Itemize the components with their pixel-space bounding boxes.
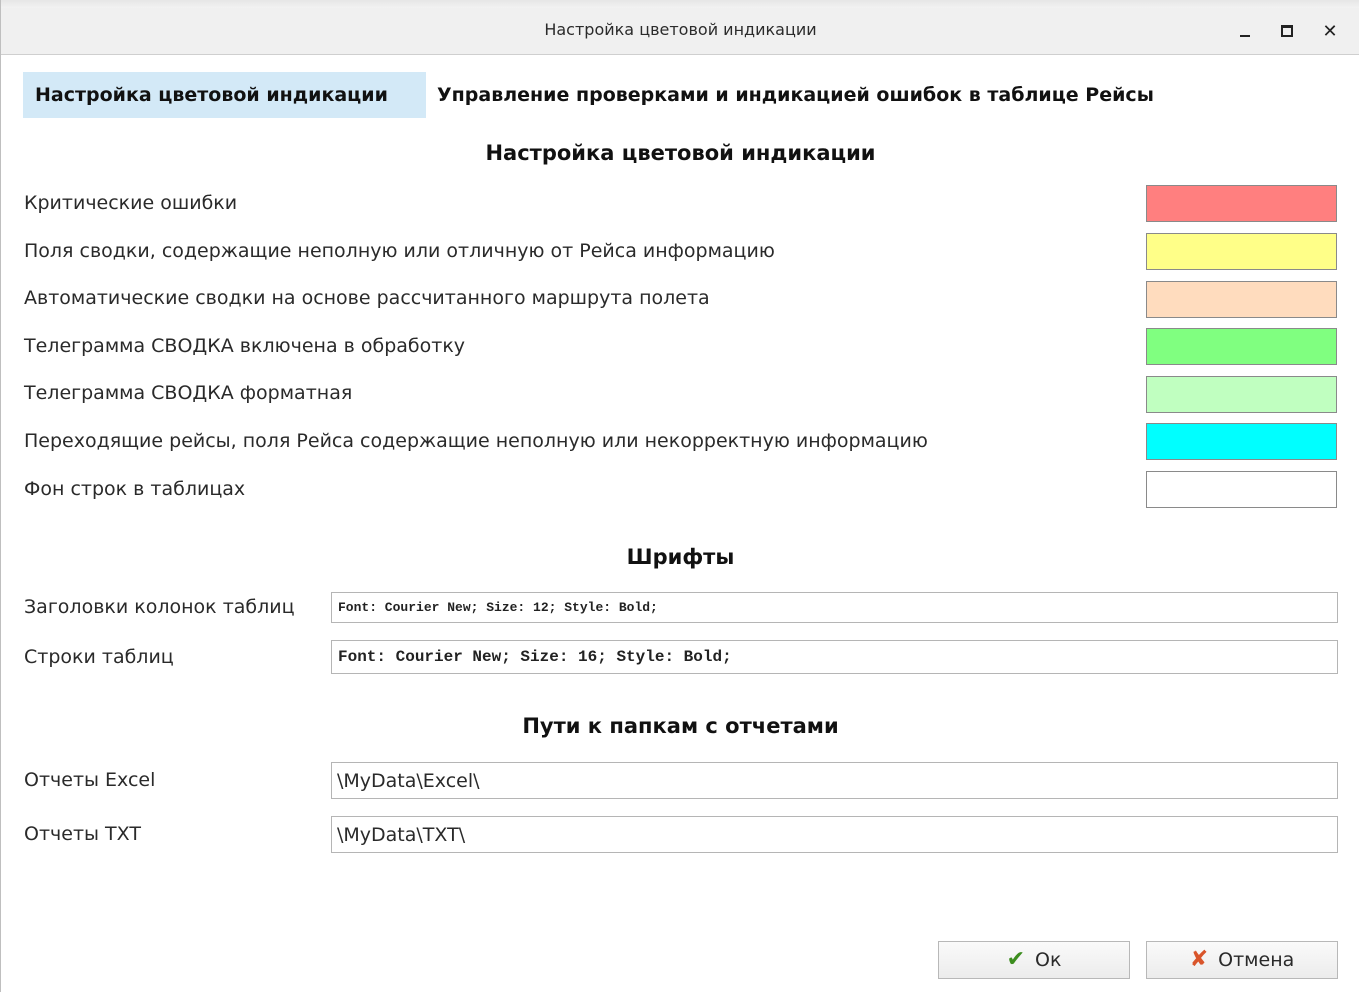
close-button[interactable]: ✕ xyxy=(1315,16,1345,46)
color-swatch-summary-fields[interactable] xyxy=(1146,233,1337,270)
minimize-icon xyxy=(1240,35,1250,37)
settings-dialog: Настройка цветовой индикации ✕ Настройка… xyxy=(0,0,1359,992)
color-swatch-auto-summaries[interactable] xyxy=(1146,281,1337,318)
excel-reports-path-input[interactable]: \MyData\Excel\ xyxy=(331,762,1338,799)
color-label-summary-fields: Поля сводки, содержащие неполную или отл… xyxy=(24,240,775,262)
close-icon: ✕ xyxy=(1322,20,1338,42)
color-label-telegram-included: Телеграмма СВОДКА включена в обработку xyxy=(24,335,466,357)
color-swatch-row-background[interactable] xyxy=(1146,471,1337,508)
color-swatch-telegram-formatted[interactable] xyxy=(1146,376,1337,413)
color-label-auto-summaries: Автоматические сводки на основе рассчита… xyxy=(24,287,710,309)
row-font-label: Строки таблиц xyxy=(24,646,174,668)
cancel-button[interactable]: ✘ Отмена xyxy=(1146,941,1338,979)
color-label-telegram-formatted: Телеграмма СВОДКА форматная xyxy=(24,382,353,404)
txt-reports-label: Отчеты TXT xyxy=(24,823,141,845)
color-label-row-background: Фон строк в таблицах xyxy=(24,478,246,500)
ok-button[interactable]: ✔ Ок xyxy=(938,941,1130,979)
header-font-label: Заголовки колонок таблиц xyxy=(24,596,295,618)
window-title: Настройка цветовой индикации xyxy=(544,20,817,39)
row-font-field[interactable]: Font: Courier New; Size: 16; Style: Bold… xyxy=(331,640,1338,674)
color-swatch-telegram-included[interactable] xyxy=(1146,328,1337,365)
color-label-transit-flights: Переходящие рейсы, поля Рейса содержащие… xyxy=(24,430,928,452)
section-title-fonts: Шрифты xyxy=(626,545,735,569)
txt-reports-path-input[interactable]: \MyData\TXT\ xyxy=(331,816,1338,853)
color-swatch-transit-flights[interactable] xyxy=(1146,423,1337,460)
title-bar[interactable]: Настройка цветовой индикации ✕ xyxy=(1,8,1359,55)
cross-icon: ✘ xyxy=(1189,947,1209,972)
maximize-button[interactable] xyxy=(1272,16,1302,46)
header-font-field[interactable]: Font: Courier New; Size: 12; Style: Bold… xyxy=(331,592,1338,623)
checkmark-icon: ✔ xyxy=(1006,947,1025,972)
color-label-critical-errors: Критические ошибки xyxy=(24,192,238,214)
cancel-button-label: Отмена xyxy=(1218,949,1295,971)
ok-button-label: Ок xyxy=(1035,949,1062,971)
section-title-report-paths: Пути к папкам с отчетами xyxy=(522,714,839,738)
maximize-icon xyxy=(1281,25,1293,37)
excel-reports-label: Отчеты Excel xyxy=(24,769,156,791)
color-swatch-critical-errors[interactable] xyxy=(1146,185,1337,222)
section-title-colors: Настройка цветовой индикации xyxy=(485,141,876,165)
tab-color-indication[interactable]: Настройка цветовой индикации xyxy=(23,72,426,118)
minimize-button[interactable] xyxy=(1230,16,1260,46)
tab-checks-management[interactable]: Управление проверками и индикацией ошибо… xyxy=(426,72,1226,118)
